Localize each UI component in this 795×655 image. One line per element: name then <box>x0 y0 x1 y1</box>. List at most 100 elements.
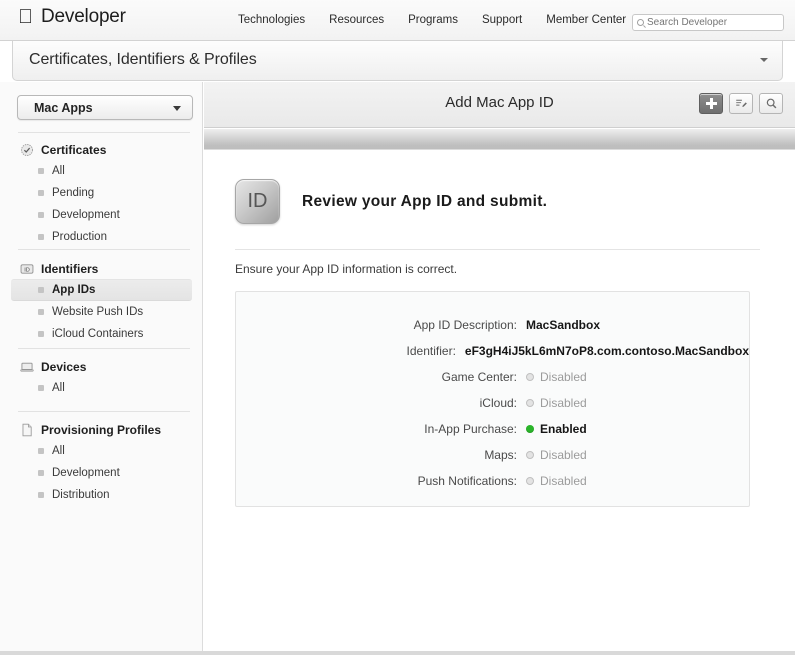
divider <box>235 249 760 250</box>
sidebar-group-label: Provisioning Profiles <box>41 423 161 437</box>
main-content: Add Mac App ID <box>204 82 795 655</box>
nav-link-programs[interactable]: Programs <box>408 14 458 26</box>
bullet-icon <box>38 287 44 293</box>
divider <box>18 249 190 250</box>
sidebar-item-website-push-ids[interactable]: Website Push IDs <box>0 301 203 323</box>
sidebar-group-certificates: Certificates All Pending Development Pro… <box>0 140 203 248</box>
chevron-down-icon[interactable] <box>760 58 768 62</box>
magnifier-icon <box>765 97 778 110</box>
global-search-box[interactable] <box>632 14 784 31</box>
nav-link-member-center[interactable]: Member Center <box>546 14 626 26</box>
sidebar-item-app-ids[interactable]: App IDs <box>11 279 192 301</box>
bullet-icon <box>38 309 44 315</box>
divider <box>18 132 190 133</box>
detail-value: Enabled <box>526 422 587 436</box>
nav-link-support[interactable]: Support <box>482 14 522 26</box>
detail-row-push-notifications: Push Notifications: Disabled <box>236 468 749 494</box>
sidebar-group-identifiers: ID Identifiers App IDs Website Push IDs … <box>0 259 203 345</box>
brand-logo[interactable]:  Developer <box>18 6 126 28</box>
page-bottom-edge <box>0 651 795 655</box>
status-dot-icon <box>526 425 534 433</box>
detail-label: iCloud: <box>236 396 526 410</box>
divider <box>18 411 190 412</box>
detail-value-text: Disabled <box>540 448 587 462</box>
sidebar-item-icloud-containers[interactable]: iCloud Containers <box>0 323 203 345</box>
sidebar-item-certificates-pending[interactable]: Pending <box>0 182 203 204</box>
detail-value-text: Enabled <box>540 422 587 436</box>
edit-button[interactable] <box>729 93 753 114</box>
svg-text:ID: ID <box>24 268 30 274</box>
sidebar-item-label: Distribution <box>52 489 110 501</box>
details-rows: App ID Description: MacSandbox Identifie… <box>236 312 749 494</box>
bullet-icon <box>38 492 44 498</box>
detail-row-in-app-purchase: In-App Purchase: Enabled <box>236 416 749 442</box>
toolbar-button-group <box>699 93 783 114</box>
status-dot-icon <box>526 451 534 459</box>
detail-value: Disabled <box>526 396 587 410</box>
sidebar-group-label: Certificates <box>41 143 106 157</box>
sidebar-item-label: App IDs <box>52 284 95 296</box>
sidebar-header-provisioning-profiles[interactable]: Provisioning Profiles <box>0 420 203 440</box>
bullet-icon <box>38 385 44 391</box>
detail-value-text: MacSandbox <box>526 318 600 332</box>
detail-value-text: Disabled <box>540 474 587 488</box>
sidebar-group-provisioning-profiles: Provisioning Profiles All Development Di… <box>0 420 203 506</box>
sidebar-group-label: Identifiers <box>41 262 98 276</box>
sidebar-item-label: Development <box>52 467 120 479</box>
certificate-seal-icon <box>20 143 34 157</box>
app-id-badge-label: ID <box>248 190 268 213</box>
page-title: Certificates, Identifiers & Profiles <box>29 51 257 69</box>
sidebar-item-label: iCloud Containers <box>52 328 143 340</box>
sidebar-item-certificates-development[interactable]: Development <box>0 204 203 226</box>
detail-label: Push Notifications: <box>236 474 526 488</box>
nav-link-resources[interactable]: Resources <box>329 14 384 26</box>
detail-row-icloud: iCloud: Disabled <box>236 390 749 416</box>
sidebar-item-profiles-all[interactable]: All <box>0 440 203 462</box>
detail-value: Disabled <box>526 370 587 384</box>
sidebar-group-devices: Devices All <box>0 357 203 399</box>
global-navigation-bar:  Developer Technologies Resources Progr… <box>0 0 795 41</box>
divider <box>18 348 190 349</box>
sidebar-item-certificates-production[interactable]: Production <box>0 226 203 248</box>
sidebar-item-label: Website Push IDs <box>52 306 143 318</box>
search-input[interactable] <box>647 17 779 28</box>
app-type-selector[interactable]: Mac Apps <box>17 95 193 120</box>
sidebar-item-profiles-distribution[interactable]: Distribution <box>0 484 203 506</box>
status-dot-icon <box>526 373 534 381</box>
bullet-icon <box>38 212 44 218</box>
instruction-text: Ensure your App ID information is correc… <box>235 262 457 276</box>
detail-row-maps: Maps: Disabled <box>236 442 749 468</box>
sidebar-item-label: All <box>52 445 65 457</box>
app-root:  Developer Technologies Resources Progr… <box>0 0 795 655</box>
global-nav-links: Technologies Resources Programs Support … <box>238 14 626 26</box>
sidebar-item-label: Pending <box>52 187 94 199</box>
detail-value-text: Disabled <box>540 396 587 410</box>
pencil-edit-icon <box>735 97 748 110</box>
add-button[interactable] <box>699 93 723 114</box>
bullet-icon <box>38 190 44 196</box>
detail-value-text: Disabled <box>540 370 587 384</box>
sidebar-item-profiles-development[interactable]: Development <box>0 462 203 484</box>
sidebar-item-label: Development <box>52 209 120 221</box>
detail-row-game-center: Game Center: Disabled <box>236 364 749 390</box>
detail-label: Identifier: <box>236 344 465 358</box>
sidebar-header-certificates[interactable]: Certificates <box>0 140 203 160</box>
section-title-bar[interactable]: Certificates, Identifiers & Profiles <box>12 41 783 81</box>
detail-label: In-App Purchase: <box>236 422 526 436</box>
bullet-icon <box>38 470 44 476</box>
search-button[interactable] <box>759 93 783 114</box>
sidebar-header-devices[interactable]: Devices <box>0 357 203 377</box>
bullet-icon <box>38 168 44 174</box>
sidebar-item-certificates-all[interactable]: All <box>0 160 203 182</box>
hero-section: ID Review your App ID and submit. <box>235 179 547 224</box>
sidebar-header-identifiers[interactable]: ID Identifiers <box>0 259 203 279</box>
sidebar-item-devices-all[interactable]: All <box>0 377 203 399</box>
app-id-details-box: App ID Description: MacSandbox Identifie… <box>235 291 750 507</box>
detail-label: Maps: <box>236 448 526 462</box>
nav-link-technologies[interactable]: Technologies <box>238 14 305 26</box>
app-id-badge-icon: ID <box>235 179 280 224</box>
bullet-icon <box>38 448 44 454</box>
sidebar-item-label: All <box>52 165 65 177</box>
brand-name-label: Developer <box>41 6 126 28</box>
detail-value-text: eF3gH4iJ5kL6mN7oP8.com.contoso.MacSandbo… <box>465 344 749 358</box>
